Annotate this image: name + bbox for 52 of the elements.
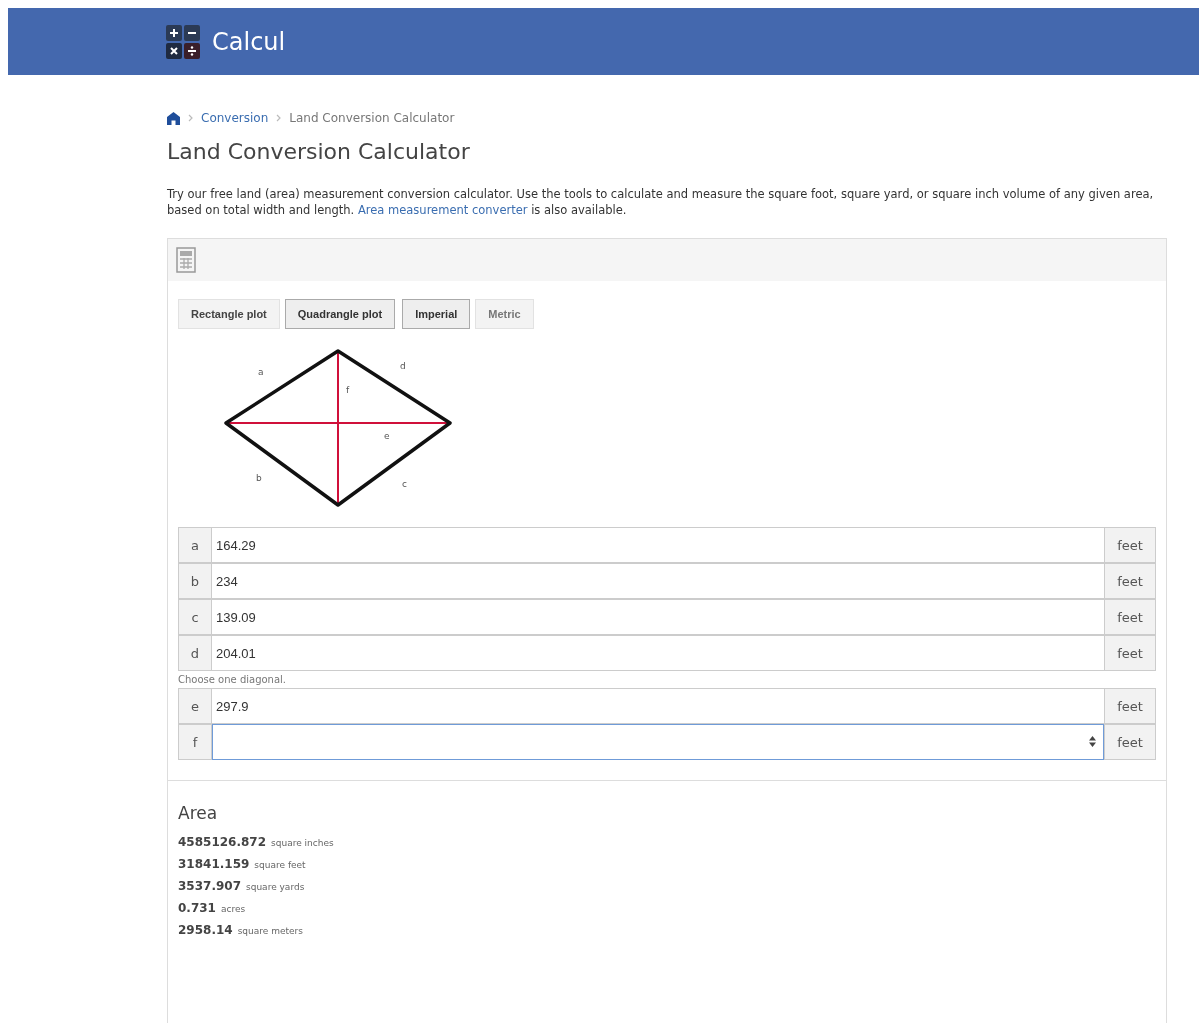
- site-title[interactable]: Calcul: [212, 27, 286, 56]
- breadcrumb-link[interactable]: Conversion: [201, 111, 269, 125]
- result-unit: square feet: [254, 860, 306, 870]
- input-field[interactable]: 234: [212, 563, 1104, 599]
- calculator-logo-icon[interactable]: [166, 24, 200, 59]
- intro-paragraph: Try our free land (area) measurement conversion calculator. Use the tools to calculate and measure the square foot, square yard, or square inch volume of any given area, based on total width and length. Area measurement converter is also available.: [167, 186, 1155, 218]
- input-field[interactable]: 164.29: [212, 527, 1104, 563]
- input-field[interactable]: 297.9: [212, 688, 1104, 724]
- side-label: b: [256, 473, 262, 483]
- unit-label: feet: [1104, 563, 1156, 599]
- spinner-icon[interactable]: [1089, 736, 1096, 747]
- breadcrumb-current: Land Conversion Calculator: [289, 111, 455, 125]
- converter-link[interactable]: Area measurement converter: [357, 203, 528, 217]
- tab[interactable]: Quadrangle plot: [284, 299, 396, 329]
- result-unit: square meters: [237, 926, 303, 936]
- side-label: e: [384, 431, 390, 441]
- result-value: 0.731: [178, 901, 216, 915]
- result-value: 3537.907: [178, 879, 241, 893]
- side-label: c: [402, 479, 407, 489]
- unit-label: feet: [1104, 635, 1156, 671]
- input-field[interactable]: [212, 724, 1104, 760]
- result-value: 4585126.872: [178, 835, 267, 849]
- field-label: b: [178, 563, 212, 599]
- calculator-icon: [176, 247, 196, 273]
- field-label: f: [178, 724, 212, 760]
- tab[interactable]: Rectangle plot: [178, 299, 280, 329]
- chevron-icon: [276, 114, 282, 122]
- chevron-icon: [188, 114, 193, 122]
- field-label: e: [178, 688, 212, 724]
- field-label: a: [178, 527, 212, 563]
- result-value: 2958.14: [178, 923, 233, 937]
- home-icon[interactable]: [167, 111, 180, 125]
- tab[interactable]: Metric: [475, 299, 534, 329]
- side-label: f: [346, 385, 350, 395]
- unit-label: feet: [1104, 724, 1156, 760]
- hint-text: Choose one diagonal.: [178, 673, 288, 687]
- page-title: Land Conversion Calculator: [167, 139, 471, 164]
- result-unit: square yards: [246, 882, 305, 892]
- input-field[interactable]: 204.01: [212, 635, 1104, 671]
- result-value: 31841.159: [178, 857, 250, 871]
- unit-label: feet: [1104, 599, 1156, 635]
- tab[interactable]: Imperial: [402, 299, 471, 329]
- input-field[interactable]: 139.09: [212, 599, 1104, 635]
- result-unit: acres: [220, 904, 246, 914]
- result-title: Area: [178, 803, 219, 823]
- unit-label: feet: [1104, 688, 1156, 724]
- result-unit: square inches: [271, 838, 334, 848]
- side-label: d: [400, 361, 406, 371]
- field-label: c: [178, 599, 212, 635]
- field-label: d: [178, 635, 212, 671]
- unit-label: feet: [1104, 527, 1156, 563]
- side-label: a: [258, 367, 264, 377]
